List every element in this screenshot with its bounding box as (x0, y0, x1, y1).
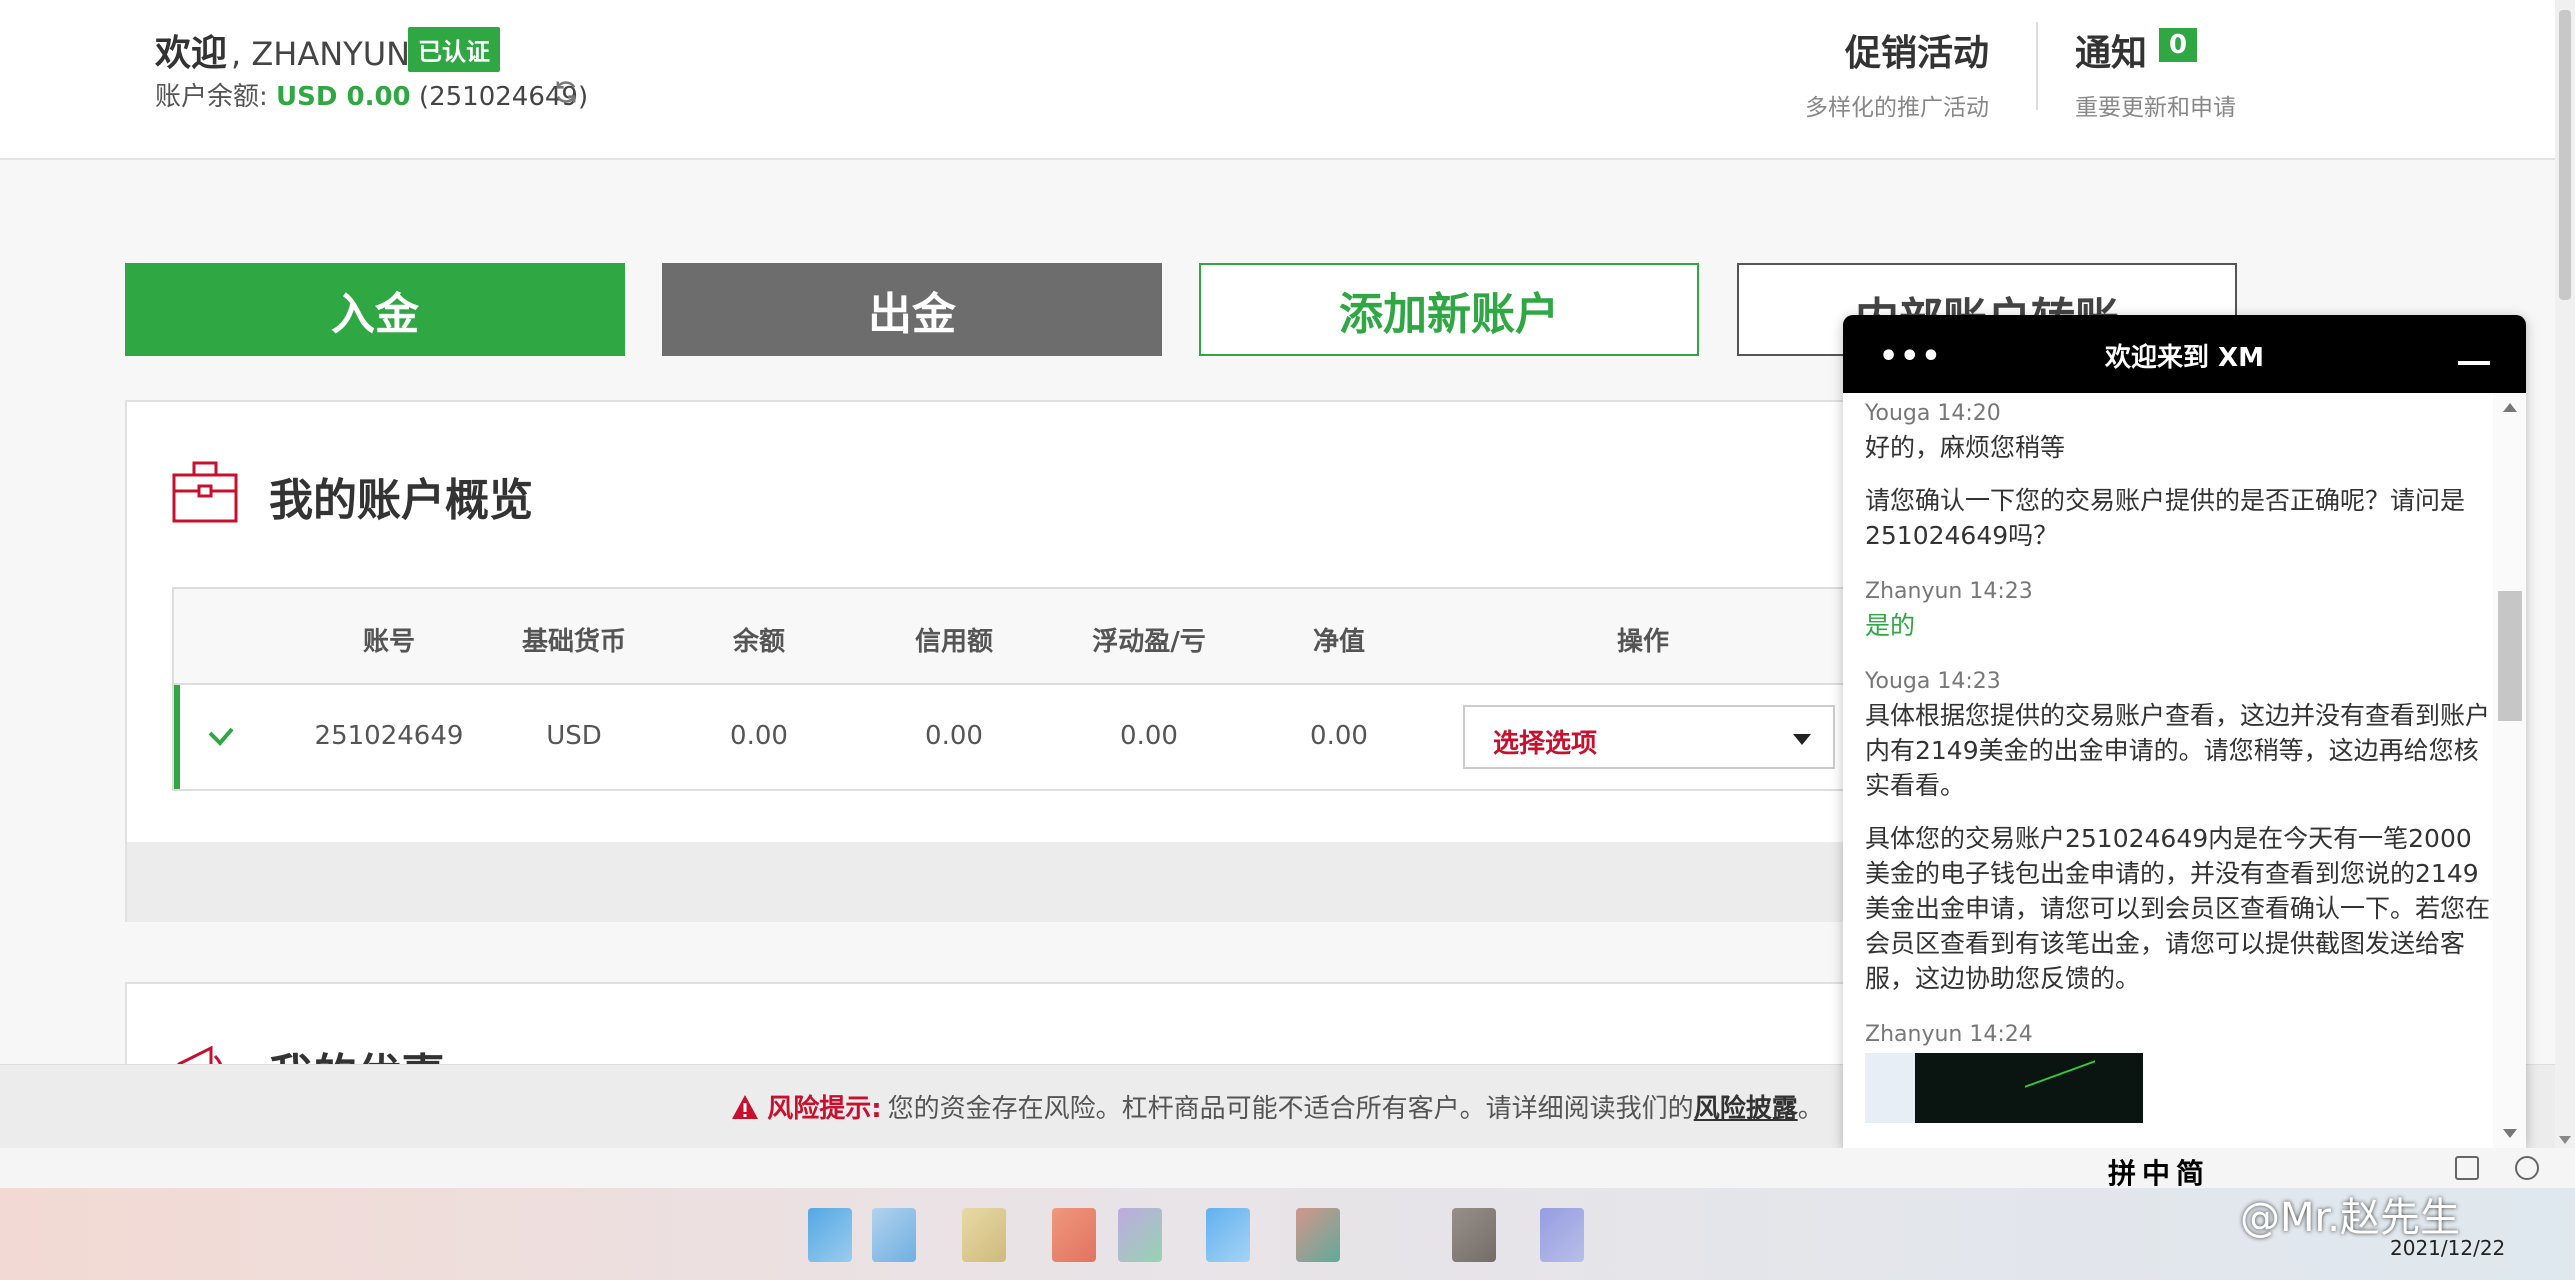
app-icon[interactable] (1296, 1208, 1340, 1262)
username: , ZHANYUN (231, 35, 411, 73)
withdraw-button[interactable]: 出金 (662, 263, 1162, 356)
column-header: 操作 (1616, 627, 1669, 657)
add-account-button[interactable]: 添加新账户 (1199, 263, 1699, 356)
watermark-text: @Mr.赵先生 (2240, 1195, 2460, 1241)
ime-toolbar: 拼中简 (0, 1148, 2575, 1190)
screenshot-attachment[interactable] (1865, 1053, 2143, 1126)
scroll-down-arrow-icon[interactable] (2503, 1129, 2517, 1138)
welcome-text: 欢迎 (155, 33, 228, 74)
app-icon[interactable] (872, 1208, 916, 1262)
app-icon[interactable] (1452, 1208, 1496, 1262)
search-icon[interactable] (2515, 1156, 2539, 1180)
window-icon[interactable] (2455, 1156, 2479, 1180)
top-header: 欢迎, ZHANYUN 已认证 账户余额: USD 0.00 (25102464… (0, 0, 2555, 160)
overview-title: 我的账户概览 (269, 475, 533, 526)
page-scrollbar-thumb[interactable] (2559, 10, 2571, 300)
message-author: Youga 14:20 (1865, 401, 2001, 426)
page-scrollbar[interactable] (2555, 0, 2575, 1148)
message-text: 具体您的交易账户251024649内是在今天有一笔2000美金的电子钱包出金申请… (1865, 824, 2491, 993)
risk-text: 您的资金存在风险。杠杆商品可能不适合所有客户。请详细阅读我们的 (887, 1094, 1694, 1124)
notifications-count-badge: 0 (2159, 28, 2198, 62)
app-icon[interactable] (1052, 1208, 1096, 1262)
cell-equity: 0.00 (1310, 721, 1368, 751)
chat-header: ••• 欢迎来到 XM (1843, 315, 2526, 393)
scroll-down-arrow-icon[interactable] (2559, 1136, 2571, 1144)
notifications-title: 通知 (2075, 33, 2148, 74)
promotions-link[interactable]: 促销活动 多样化的推广活动 (1805, 24, 1989, 122)
action-select[interactable]: 选择选项 (1463, 705, 1835, 769)
chat-widget: ••• 欢迎来到 XM Youga 14:20 好的，麻烦您稍等 请您确认一下您… (1843, 315, 2526, 1148)
cell-currency: USD (546, 721, 602, 751)
column-header: 余额 (732, 627, 785, 657)
app-icon[interactable] (1118, 1208, 1162, 1262)
app-icon[interactable] (1206, 1208, 1250, 1262)
cell-floating-pl: 0.00 (1120, 721, 1178, 751)
cell-credit: 0.00 (925, 721, 983, 751)
promotions-title: 促销活动 (1844, 33, 1989, 74)
account-balance: 账户余额: USD 0.00 (251024649) (155, 76, 588, 113)
dropdown-arrow-icon (1793, 734, 1811, 745)
column-header: 账号 (362, 627, 415, 657)
risk-disclosure-link[interactable]: 风险披露 (1694, 1088, 1798, 1125)
app-icon[interactable] (962, 1208, 1006, 1262)
deposit-button[interactable]: 入金 (125, 263, 625, 356)
column-header: 浮动盈/亏 (1092, 627, 1206, 657)
message-text: 是的 (1865, 611, 1916, 640)
briefcase-icon (172, 461, 238, 523)
ime-indicators[interactable]: 拼中简 (2108, 1152, 2210, 1192)
chat-messages: Youga 14:20 好的，麻烦您稍等 请您确认一下您的交易账户提供的是否正确… (1865, 401, 2495, 1126)
header-divider (2036, 22, 2038, 110)
column-header: 信用额 (914, 627, 993, 657)
notifications-subtitle: 重要更新和申请 (2075, 95, 2236, 121)
cell-balance: 0.00 (730, 721, 788, 751)
verified-badge: 已认证 (408, 27, 500, 72)
column-header: 净值 (1312, 627, 1365, 657)
scroll-up-arrow-icon[interactable] (2503, 403, 2517, 412)
checkmark-icon[interactable] (206, 721, 236, 751)
notifications-link[interactable]: 通知 0 重要更新和申请 (2075, 24, 2236, 122)
action-select-label: 选择选项 (1493, 729, 1598, 759)
chat-scrollbar[interactable] (2493, 393, 2526, 1148)
risk-text-end: 。 (1797, 1094, 1824, 1124)
message-author: Zhanyun 14:23 (1865, 579, 2033, 604)
message-text: 请您确认一下您的交易账户提供的是否正确呢？请问是251024649吗？ (1865, 486, 2466, 550)
cell-account: 251024649 (314, 721, 464, 751)
refresh-icon[interactable] (552, 78, 580, 106)
welcome-user-menu[interactable]: 欢迎, ZHANYUN (155, 24, 447, 76)
risk-label: 风险提示: (767, 1094, 882, 1124)
message-text: 具体根据您提供的交易账户查看，这边并没有查看到账户内有2149美金的出金申请的。… (1865, 701, 2491, 800)
app-icon[interactable] (1540, 1208, 1584, 1262)
promotions-subtitle: 多样化的推广活动 (1805, 95, 1989, 121)
chat-title: 欢迎来到 XM (2105, 343, 2264, 373)
taskbar: 2021/12/22 (0, 1188, 2575, 1280)
balance-label: 账户余额: (155, 82, 277, 112)
message-text: 好的，麻烦您稍等 (1865, 433, 2066, 462)
balance-amount: USD 0.00 (276, 82, 411, 112)
warning-icon (732, 1094, 759, 1119)
minimize-icon[interactable] (2458, 361, 2490, 365)
app-icon[interactable] (808, 1208, 852, 1262)
chat-scrollbar-thumb[interactable] (2498, 591, 2522, 721)
message-author: Youga 14:23 (1865, 669, 2001, 694)
column-header: 基础货币 (521, 627, 626, 657)
message-author: Zhanyun 14:24 (1865, 1022, 2033, 1047)
